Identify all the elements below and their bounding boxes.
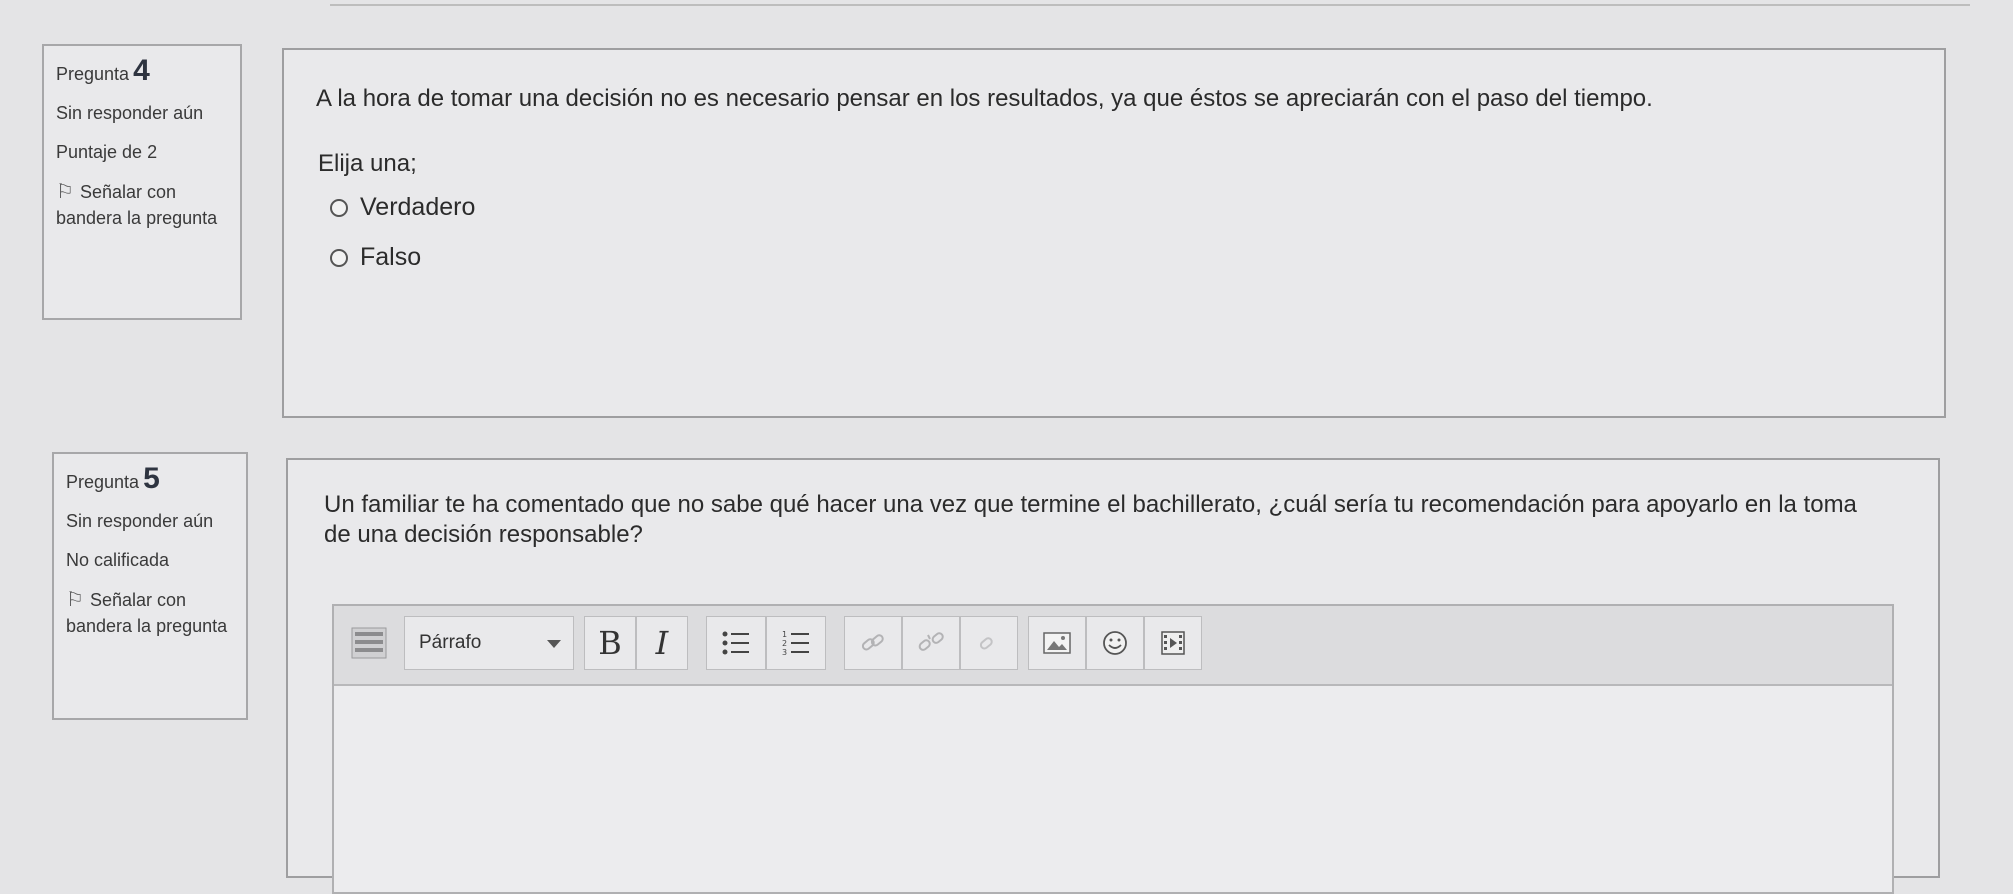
question-text: A la hora de tomar una decisión no es ne… <box>316 85 1653 112</box>
unlink-icon <box>918 632 944 651</box>
italic-icon: I <box>655 624 669 662</box>
chevron-down-icon <box>547 640 561 648</box>
emoji-icon <box>1103 631 1127 655</box>
answer-option-verdadero[interactable]: Verdadero <box>330 193 475 222</box>
svg-text:1: 1 <box>782 630 787 639</box>
question-state: Sin responder aún <box>66 511 214 531</box>
italic-button[interactable]: I <box>636 616 688 670</box>
question-state: Sin responder aún <box>56 103 204 123</box>
flag-question-label: Señalar con bandera la pregunta <box>56 182 218 228</box>
question-4-content: A la hora de tomar una decisión no es ne… <box>282 48 1946 418</box>
bold-button[interactable]: B <box>584 616 636 670</box>
question-5-content: Un familiar te ha comentado que no sabe … <box>286 458 1940 894</box>
question-grade: Puntaje de 2 <box>56 142 158 162</box>
format-select[interactable]: Párrafo <box>404 616 574 670</box>
flag-question-link[interactable]: ⚐ Señalar con bandera la pregunta <box>66 587 234 639</box>
radio-falso[interactable] <box>330 248 348 267</box>
unordered-list-icon <box>722 631 749 655</box>
ordered-list-button[interactable]: 1 2 3 <box>766 616 826 670</box>
radio-verdadero[interactable] <box>330 198 348 217</box>
link-icon <box>861 634 884 651</box>
insert-media-button[interactable] <box>1144 616 1202 670</box>
flag-question-label: Señalar con bandera la pregunta <box>66 590 228 636</box>
insert-image-button[interactable] <box>1028 616 1086 670</box>
question-label: Pregunta <box>66 472 140 492</box>
flag-icon: ⚐ <box>66 589 84 611</box>
link-button[interactable] <box>844 616 902 670</box>
image-icon <box>1043 632 1071 654</box>
toolbar-toggle-icon <box>351 627 387 659</box>
answer-label: Verdadero <box>360 193 476 221</box>
insert-emoji-button[interactable] <box>1086 616 1144 670</box>
answer-prompt: Elija una; <box>318 150 417 177</box>
unordered-list-button[interactable] <box>706 616 766 670</box>
question-number-value: 5 <box>143 462 160 495</box>
editor-toolbar: Párrafo B I 1 2 3 <box>334 606 1892 686</box>
top-border <box>330 0 1970 6</box>
media-icon <box>1161 631 1185 655</box>
question-number: Pregunta 5 <box>66 462 234 495</box>
format-select-value: Párrafo <box>419 632 482 653</box>
question-4-info: Pregunta 4 Sin responder aún Puntaje de … <box>42 44 242 320</box>
anchor-button[interactable] <box>960 616 1018 670</box>
question-label: Pregunta <box>56 64 130 84</box>
svg-text:3: 3 <box>782 648 787 657</box>
rich-text-editor: Párrafo B I 1 2 3 <box>332 604 1894 894</box>
question-grade: No calificada <box>66 550 170 570</box>
flag-icon: ⚐ <box>56 181 74 203</box>
svg-text:2: 2 <box>782 639 787 648</box>
flag-question-link[interactable]: ⚐ Señalar con bandera la pregunta <box>56 179 228 231</box>
question-number-value: 4 <box>133 54 150 87</box>
question-number: Pregunta 4 <box>56 54 228 87</box>
question-text: Un familiar te ha comentado que no sabe … <box>324 491 1857 548</box>
answer-option-falso[interactable]: Falso <box>330 243 421 272</box>
answer-label: Falso <box>360 243 422 271</box>
answer-text-area[interactable] <box>334 686 1892 892</box>
bold-icon: B <box>598 624 622 662</box>
question-5-info: Pregunta 5 Sin responder aún No califica… <box>52 452 248 720</box>
unlink-button[interactable] <box>902 616 960 670</box>
ordered-list-icon: 1 2 3 <box>782 630 809 657</box>
toolbar-toggle-button[interactable] <box>344 616 394 670</box>
anchor-icon <box>979 637 993 650</box>
